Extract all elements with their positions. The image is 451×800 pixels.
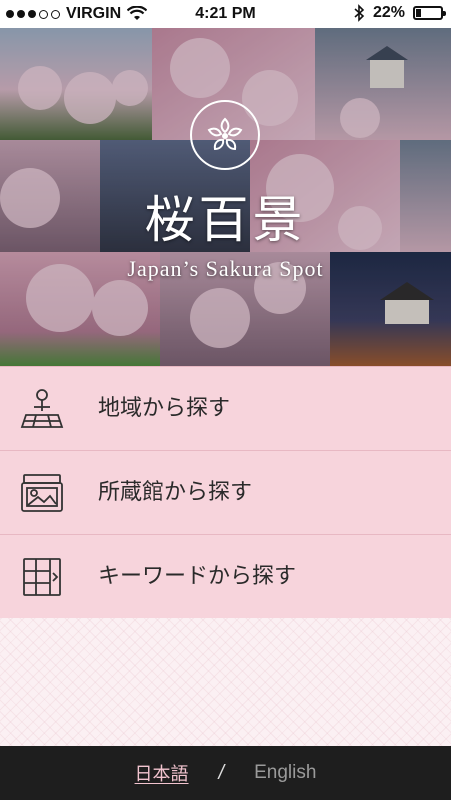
keyword-grid-icon [23, 558, 61, 596]
language-japanese-link[interactable]: 日本語 [135, 760, 189, 786]
sakura-flower-icon [190, 100, 260, 170]
menu-label-keyword: キーワードから探す [98, 564, 297, 589]
app-subtitle: Japan’s Sakura Spot [127, 256, 324, 281]
hero-banner: 桜百景 Japan’s Sakura Spot [0, 28, 451, 366]
language-english-link[interactable]: English [254, 762, 316, 784]
search-by-museum-button[interactable]: 所蔵館から探す [0, 450, 451, 534]
app-title: 桜百景 [144, 191, 307, 249]
language-switcher: 日本語 / English [0, 746, 451, 800]
menu-label-region: 地域から探す [98, 396, 231, 421]
battery-percent: 22% [372, 4, 405, 21]
language-separator: / [218, 761, 225, 784]
gallery-icon [21, 474, 63, 512]
background-pattern [0, 618, 451, 746]
search-by-region-button[interactable]: 地域から探す [0, 366, 451, 450]
status-bar: VIRGIN 4:21 PM 22% [0, 0, 451, 28]
search-by-keyword-button[interactable]: キーワードから探す [0, 534, 451, 618]
map-pin-icon [20, 389, 64, 428]
battery-icon [413, 6, 446, 20]
bluetooth-icon [354, 4, 365, 22]
search-menu: 地域から探す 所蔵館から探す キーワードから探す [0, 366, 451, 618]
status-right: 22% [354, 4, 446, 22]
menu-label-museum: 所蔵館から探す [98, 480, 253, 505]
